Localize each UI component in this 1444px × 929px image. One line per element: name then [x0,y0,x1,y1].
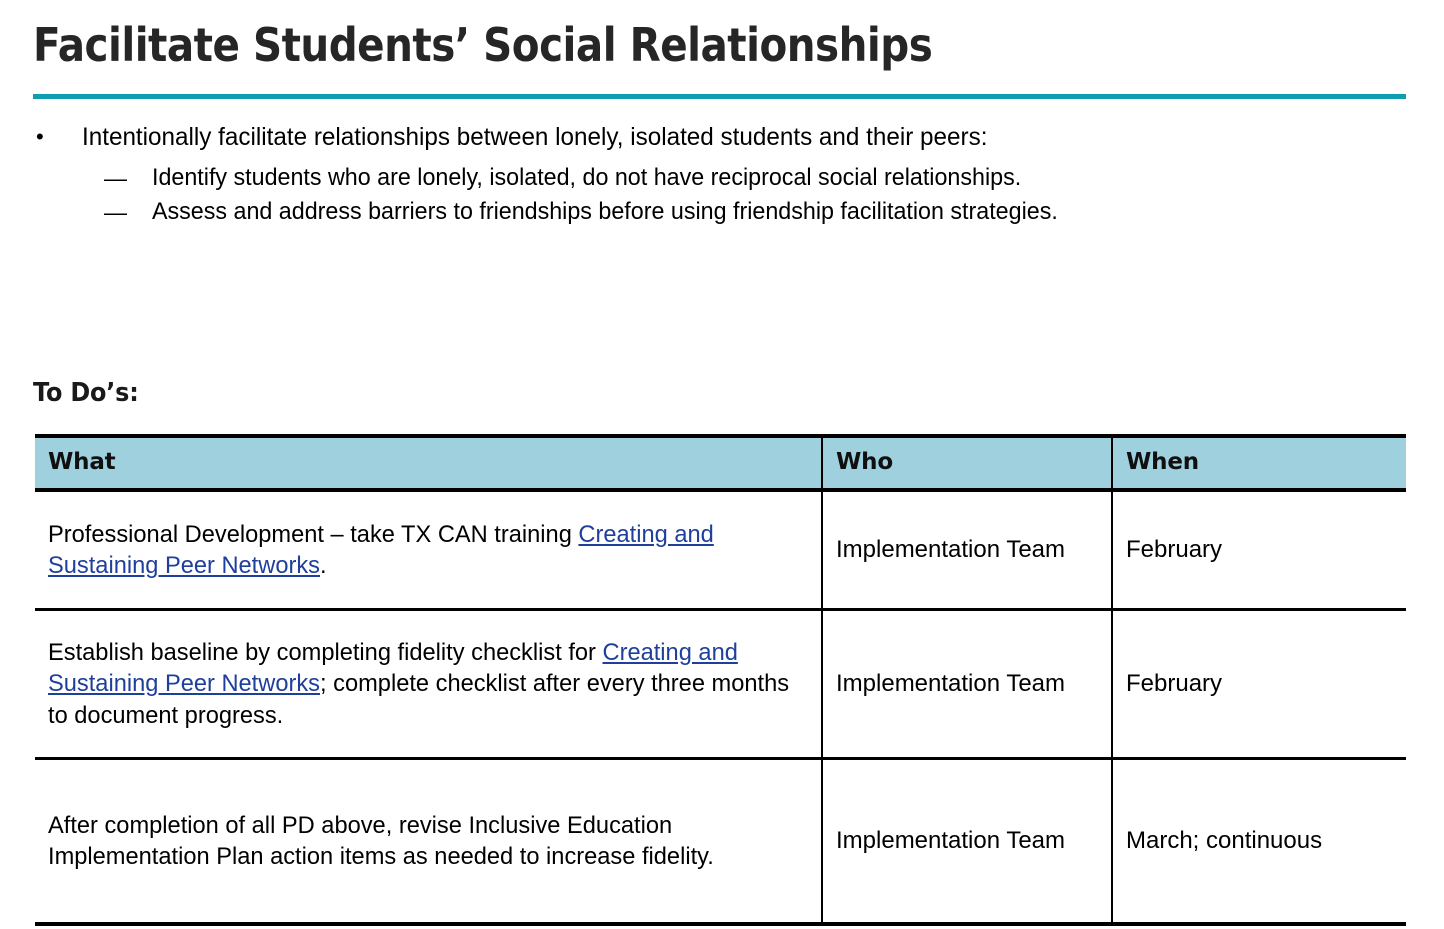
cell-when: March; continuous [1111,758,1406,924]
todo-section-heading: To Do’s: [33,378,139,408]
bullet-list: • Intentionally facilitate relationships… [30,122,1410,231]
table-row: After completion of all PD above, revise… [35,758,1406,925]
table-header-row: What Who When [35,436,1406,492]
column-header-what: What [35,436,822,492]
title-block: Facilitate Students’ Social Relationship… [33,22,1408,69]
bullet-dash-icon: — [104,198,127,225]
list-item: • Intentionally facilitate relationships… [36,122,1410,154]
cell-when: February [1111,490,1406,611]
bullet-dash-icon: — [104,164,127,191]
cell-when: February [1111,609,1406,760]
cell-what-text-pre: After completion of all PD above, revise… [48,811,714,870]
table-row: Establish baseline by completing fidelit… [35,609,1406,760]
cell-who: Implementation Team [821,609,1112,760]
column-header-who: Who [821,436,1112,492]
todo-table: What Who When Professional Development –… [35,434,1406,926]
cell-what: Establish baseline by completing fidelit… [35,609,822,760]
cell-what-text-post: . [319,552,327,579]
cell-who: Implementation Team [821,490,1112,611]
cell-what-text-pre: Professional Development – take TX CAN t… [48,520,579,548]
cell-what: Professional Development – take TX CAN t… [35,490,822,611]
slide-canvas: Facilitate Students’ Social Relationship… [0,0,1444,929]
cell-what-text-pre: Establish baseline by completing fidelit… [48,639,603,667]
list-item-label: Identify students who are lonely, isolat… [152,163,1022,191]
column-header-when: When [1111,436,1406,492]
list-item: — Identify students who are lonely, isol… [104,163,1410,193]
list-item-label: Intentionally facilitate relationships b… [82,123,988,151]
table-row: Professional Development – take TX CAN t… [35,490,1406,611]
list-item-label: Assess and address barriers to friendshi… [152,197,1058,225]
page-title: Facilitate Students’ Social Relationship… [33,18,933,72]
list-item: — Assess and address barriers to friends… [104,197,1410,227]
title-divider-rule [33,94,1406,99]
cell-what: After completion of all PD above, revise… [35,759,822,925]
bullet-dot-icon: • [36,124,44,149]
cell-who: Implementation Team [821,758,1112,924]
